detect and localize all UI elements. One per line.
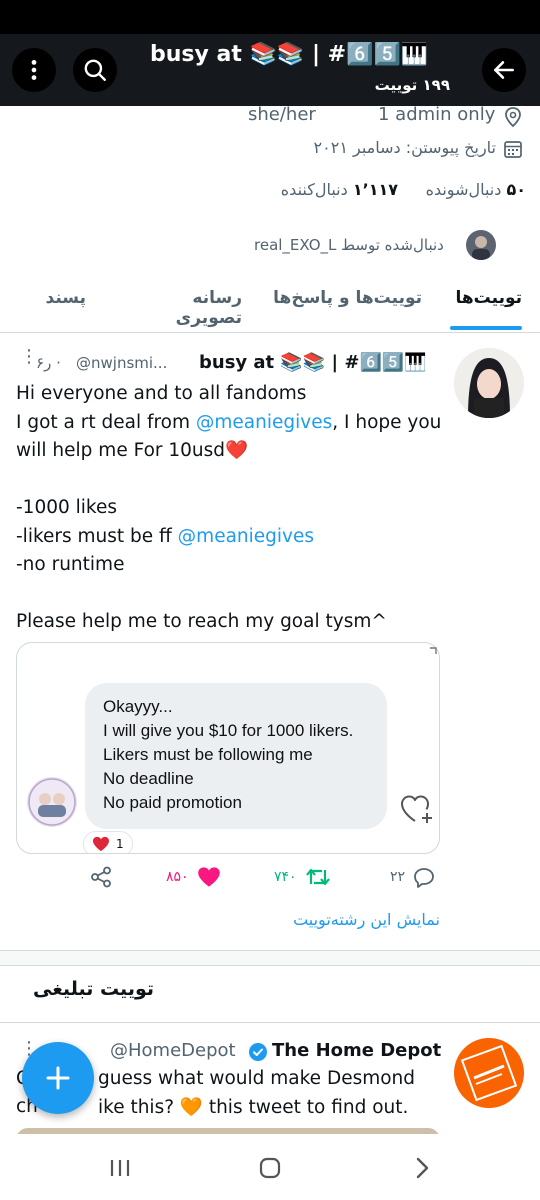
retweet-icon <box>305 868 330 886</box>
reply-count: ۲۲ <box>390 869 406 885</box>
tab-likes[interactable]: پسند <box>36 288 86 308</box>
following-label: دنبال‌شونده <box>425 180 502 199</box>
tweet-line <box>16 466 446 495</box>
tweet-line: Please help me to reach my goal tysm^ <box>16 611 387 632</box>
dm-reaction: 1 <box>83 831 133 853</box>
promoted-line-2: ike this? 🧡 this tweet to find out. <box>98 1097 409 1118</box>
tweet-line: Hi everyone and to all fandoms <box>16 383 307 404</box>
followers-stat[interactable]: ۱٬۱۱۷ دنبال‌کننده <box>270 180 398 199</box>
back-nav-icon[interactable] <box>412 1156 432 1180</box>
dm-message-line: No paid promotion <box>103 793 242 812</box>
follower-avatar <box>466 230 496 260</box>
tweet-author-avatar[interactable] <box>454 348 524 418</box>
reply-button[interactable]: ۲۲ <box>390 866 435 888</box>
dm-message-line: Likers must be following me <box>103 745 313 764</box>
tweet-line: will help me For 10usd❤️ <box>16 440 249 461</box>
tweet-menu-icon[interactable]: ⋮ <box>20 348 38 366</box>
recent-apps-icon[interactable] <box>108 1158 132 1178</box>
location-pin-icon <box>505 107 521 128</box>
home-icon[interactable] <box>258 1156 282 1180</box>
home-depot-logo-mark <box>460 1044 518 1102</box>
dm-message-line: No deadline <box>103 769 194 788</box>
like-count: ۸۵۰ <box>166 869 189 885</box>
dm-message-line: I will give you $10 for 1000 likers. <box>103 721 354 740</box>
show-thread-link[interactable]: نمایش این رشته‌توییت <box>240 910 440 929</box>
more-options-button[interactable] <box>12 48 56 92</box>
compose-tweet-button[interactable] <box>22 1042 94 1114</box>
tweet-author-name[interactable]: busy at 📚📚 | #6️⃣5️⃣🎹 <box>199 352 439 373</box>
system-nav-bar <box>0 1134 540 1200</box>
profile-location: 1 admin only <box>378 104 496 125</box>
card-corner-icon <box>430 647 437 654</box>
promoted-line-1: guess what would make Desmond <box>98 1068 416 1089</box>
search-icon <box>84 59 106 81</box>
dm-message-bubble: Okayyy... I will give you $10 for 1000 l… <box>85 683 387 829</box>
profile-header: busy at 📚📚 | #6️⃣5️⃣🎹 ۱۹۹ توییت <box>0 34 540 106</box>
following-stat[interactable]: ۵۰ دنبال‌شونده <box>404 180 526 199</box>
search-button[interactable] <box>73 48 117 92</box>
profile-pronouns: she/her <box>248 104 316 125</box>
heart-filled-icon <box>197 867 220 887</box>
promoted-author-name[interactable]: The Home Depot <box>272 1040 441 1061</box>
tab-media[interactable]: رسانه تصویری <box>122 288 242 328</box>
home-depot-logo[interactable] <box>454 1038 524 1108</box>
add-reaction-icon <box>401 795 432 823</box>
tweet-line: I got a rt deal from @meaniegives, I hop… <box>16 411 442 433</box>
tweet-line <box>16 580 446 609</box>
header-tweet-count: ۱۹۹ توییت <box>374 76 450 94</box>
tweet-image[interactable]: Okayyy... I will give you $10 for 1000 l… <box>16 642 440 854</box>
arrow-left-icon <box>494 61 514 79</box>
header-title: busy at 📚📚 | #6️⃣5️⃣🎹 <box>150 42 429 67</box>
reaction-count: 1 <box>116 837 124 851</box>
tweet-timestamp[interactable]: ۶ر · <box>36 354 61 372</box>
followed-by-label: دنبال‌شده توسط <box>341 236 444 254</box>
back-button[interactable] <box>482 48 526 92</box>
like-button[interactable]: ۸۵۰ <box>166 866 221 888</box>
retweet-count: ۷۴۰ <box>274 869 297 885</box>
dm-sender-avatar <box>27 777 77 827</box>
mention-link[interactable]: @meaniegives <box>178 526 314 547</box>
dm-message-line: Okayyy... <box>103 697 173 716</box>
share-icon <box>91 866 111 888</box>
tabs-divider <box>0 332 540 333</box>
followers-label: دنبال‌کننده <box>280 180 348 199</box>
followed-by[interactable]: real_EXO_L دنبال‌شده توسط <box>254 236 444 254</box>
followers-count: ۱٬۱۱۷ <box>352 180 398 199</box>
tweet-line: -likers must be ff @meaniegives <box>16 525 315 547</box>
tab-tweets[interactable]: توییت‌ها <box>450 288 522 308</box>
profile-joined-date: تاریخ پیوستن: دسامبر ۲۰۲۱ <box>313 138 496 157</box>
tweet-line: -no runtime <box>16 554 125 575</box>
following-count: ۵۰ <box>506 180 526 199</box>
status-bar <box>0 0 540 34</box>
section-divider <box>0 965 540 966</box>
followed-by-user: real_EXO_L <box>254 236 337 254</box>
section-gap <box>0 951 540 965</box>
tweet-author-handle[interactable]: @nwjnsmi... <box>76 354 167 372</box>
mention-link[interactable]: @meaniegives <box>196 412 332 433</box>
retweet-button[interactable]: ۷۴۰ <box>274 866 331 888</box>
tweet-line: -1000 likes <box>16 497 117 518</box>
reply-icon <box>414 868 434 888</box>
section-divider <box>0 1022 540 1023</box>
promoted-section-title: توییت تبلیغی <box>32 978 154 1000</box>
plus-icon <box>46 1066 70 1090</box>
heart-reaction-icon <box>93 836 109 852</box>
share-button[interactable] <box>90 866 112 888</box>
promoted-author-handle[interactable]: @HomeDepot <box>110 1040 236 1061</box>
verified-badge-icon <box>249 1043 267 1061</box>
tweet-body: Hi everyone and to all fandoms I got a r… <box>16 380 446 637</box>
more-vertical-icon <box>31 60 37 80</box>
calendar-icon <box>504 141 522 158</box>
active-tab-indicator <box>450 326 522 330</box>
tab-tweets-replies[interactable]: توییت‌ها و پاسخ‌ها <box>272 288 422 308</box>
